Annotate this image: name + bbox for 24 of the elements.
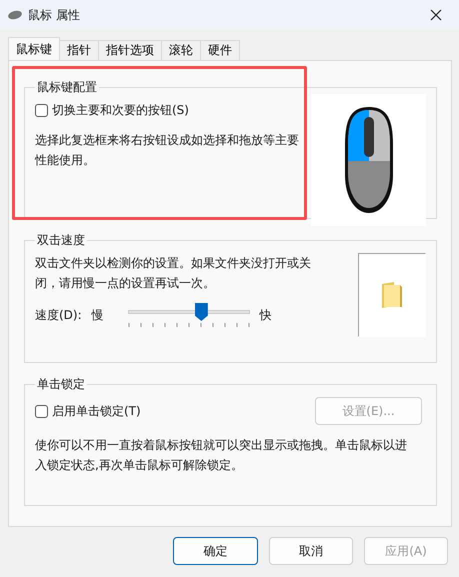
checkbox[interactable] (35, 404, 48, 418)
checkbox-label: 启用单击锁定(T) (52, 403, 141, 420)
checkbox-label: 切换主要和次要的按钮(S) (52, 102, 189, 119)
speed-slider[interactable] (128, 303, 250, 327)
checkbox[interactable] (35, 104, 48, 116)
slow-label: 慢 (92, 307, 104, 324)
group-title: 双击速度 (36, 232, 86, 249)
test-area[interactable] (358, 253, 426, 337)
speed-label: 速度(D): (35, 307, 82, 324)
description-text: 使你可以不用一直按着鼠标按钮就可以突出显示或拖拽。单击鼠标以进入锁定状态,再次单击鼠标可解除锁定。 (35, 437, 408, 474)
tab[interactable]: 硬件 (200, 40, 240, 60)
window-title: 鼠标 属性 (28, 6, 81, 24)
description-text: 选择此复选框来将右按钮设成如选择和拖放等主要性能使用。 (35, 132, 300, 169)
mouse-icon (8, 10, 22, 20)
group-title: 单击锁定 (36, 376, 86, 393)
dialog-button[interactable]: 取消 (269, 537, 353, 565)
group-title: 鼠标键配置 (36, 79, 98, 96)
tab[interactable]: 鼠标键 (8, 37, 60, 60)
slider-thumb[interactable] (194, 303, 208, 321)
description-text: 双击文件夹以检测你的设置。如果文件夹没打开或关闭，请用慢一点的设置再试一次。 (35, 255, 312, 292)
fast-label: 快 (260, 307, 272, 324)
close-icon (430, 9, 442, 21)
folder-icon (380, 281, 404, 309)
dialog-button[interactable]: 确定 (173, 537, 258, 565)
